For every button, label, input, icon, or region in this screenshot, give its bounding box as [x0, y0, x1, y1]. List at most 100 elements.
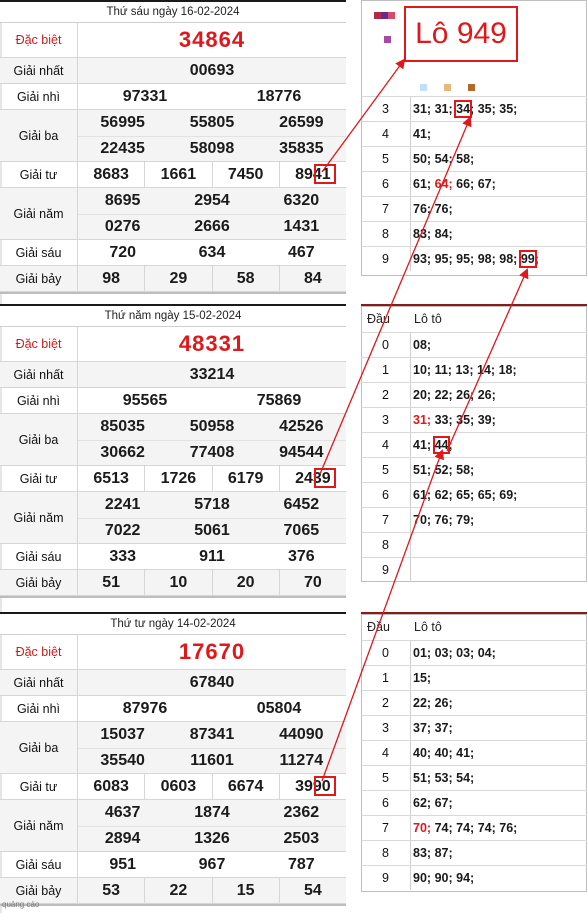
highlight-box: [314, 164, 336, 184]
loto-number: 37;: [434, 721, 453, 735]
prize-label: Đặc biệt: [0, 634, 78, 669]
prize-label: Giải nhất: [0, 58, 78, 83]
loto-head-digit: 0: [361, 333, 411, 357]
loto-values: 76; 76;: [413, 197, 453, 221]
prize-values-line: 4637 1874 2362: [78, 800, 346, 826]
prize-values-line: 2241 5718 6452: [78, 492, 346, 518]
prize-values-line: 8683 1661 7450 8941: [78, 162, 346, 188]
prize-number: 50958: [189, 418, 235, 435]
prize-label: Giải tư: [0, 466, 78, 491]
loto-number: 76;: [434, 513, 453, 527]
loto-number: 54;: [434, 152, 453, 166]
prize-number: 11601: [190, 752, 234, 769]
prize-number: 84: [278, 266, 346, 292]
loto-header: Đầu Lô tô: [361, 306, 587, 330]
prize-row-g4: Giải tư 6513 1726 6179 2439: [0, 466, 346, 492]
prize-number: 75869: [256, 392, 302, 409]
prize-number: 97331: [122, 88, 168, 105]
color-swatch: [384, 36, 391, 43]
loto-number: 41;: [413, 127, 432, 141]
prize-number: 55805: [189, 114, 235, 131]
prize-row-g2: Giải nhì 95565 75869: [0, 388, 346, 414]
loto-values: 83; 84;: [413, 222, 453, 246]
loto-number: 31;: [434, 102, 453, 116]
prize-number-highlighted: 8941: [278, 162, 346, 188]
lo-callout: Lô 949: [404, 6, 518, 62]
prize-row-db: Đặc biệt 34864: [0, 22, 346, 58]
prize-number: 44090: [279, 726, 324, 743]
loto-number: 76;: [499, 821, 518, 835]
prize-number: 4637: [104, 804, 141, 821]
loto-values: 15;: [413, 666, 431, 690]
loto-number: 64;: [434, 177, 453, 191]
loto-row: 6 61; 64; 66; 67;: [361, 171, 587, 196]
prize-number: 7022: [104, 522, 141, 539]
loto-head-digit: 5: [361, 147, 411, 171]
loto-head-digit: 4: [361, 433, 411, 457]
prize-values-line: 95565 75869: [78, 388, 346, 414]
prize-row-g6: Giải sáu 951 967 787: [0, 852, 346, 878]
loto-head-digit: 5: [361, 458, 411, 482]
prize-number: 6179: [211, 466, 279, 492]
loto-row: 3 37; 37;: [361, 715, 587, 740]
loto-head-digit: 4: [361, 741, 411, 765]
prize-row-g4: Giải tư 8683 1661 7450 8941: [0, 162, 346, 188]
prize-number: 2666: [194, 218, 230, 235]
loto-row: 9 90; 90; 94;: [361, 865, 587, 890]
loto-number: 34;: [454, 100, 475, 118]
loto-number: 66;: [456, 177, 475, 191]
loto-number: 98;: [477, 252, 496, 266]
special-prize-number: 34864: [178, 26, 246, 52]
loto-number: 99;: [518, 250, 539, 268]
prize-label: Đặc biệt: [0, 326, 78, 361]
prize-label: Giải bảy: [0, 266, 78, 291]
loto-head-digit: 9: [361, 558, 411, 582]
loto-head-digit: 3: [361, 97, 411, 121]
loto-number: 26;: [456, 388, 475, 402]
prize-values-line: 8695 2954 6320: [78, 188, 346, 214]
prize-row-db: Đặc biệt 48331: [0, 326, 346, 362]
loto-values: 70; 74; 74; 74; 76;: [413, 816, 517, 840]
loto-number: 26;: [434, 696, 453, 710]
prize-number: 87976: [122, 700, 168, 717]
loto-head-digit: 4: [361, 122, 411, 146]
prize-number: 951: [109, 856, 137, 873]
loto-number: 35;: [499, 102, 518, 116]
loto-number: 95;: [456, 252, 475, 266]
prize-row-g1: Giải nhất 33214: [0, 362, 346, 388]
loto-number: 84;: [434, 227, 453, 241]
loto-head-digit: 6: [361, 172, 411, 196]
prize-number: 85035: [100, 418, 145, 435]
loto-number: 62;: [413, 796, 432, 810]
loto-head-digit: 8: [361, 222, 411, 246]
prize-number: 1661: [144, 162, 211, 188]
prize-number: 15037: [100, 726, 145, 743]
color-swatch: [381, 12, 388, 19]
prize-number: 18776: [256, 88, 302, 105]
prize-values-line: 56995 55805 26599: [78, 110, 346, 136]
prize-number: 05804: [256, 700, 302, 717]
loto-values: 62; 67;: [413, 791, 453, 815]
prize-number: 8683: [93, 166, 129, 183]
color-swatch: [444, 84, 451, 91]
prize-number: 7065: [283, 522, 320, 539]
prize-label: Giải nhất: [0, 670, 78, 695]
prize-row-g7: Giải bảy 53 22 15 54: [0, 878, 346, 904]
prize-number: 30662: [100, 444, 145, 461]
loto-number: 31;: [413, 413, 432, 427]
prize-number-highlighted: 2439: [278, 466, 346, 492]
loto-row: 8 83; 87;: [361, 840, 587, 865]
prize-row-g4: Giải tư 6083 0603 6674 3990: [0, 774, 346, 800]
prize-values-line: 951 967 787: [78, 852, 346, 878]
prize-number: 634: [198, 244, 226, 261]
highlight-box: [314, 776, 336, 796]
loto-number-highlighted: 44: [432, 436, 451, 454]
loto-values: 22; 26;: [413, 691, 453, 715]
prize-values-line: 6513 1726 6179 2439: [78, 466, 346, 492]
loto-values: 10; 11; 13; 14; 18;: [413, 358, 517, 382]
loto-values: 51; 53; 54;: [413, 766, 474, 790]
loto-number: 35;: [456, 413, 475, 427]
loto-head-digit: 0: [361, 641, 411, 665]
loto-values: 40; 40; 41;: [413, 741, 474, 765]
prize-number: 33214: [189, 366, 235, 383]
